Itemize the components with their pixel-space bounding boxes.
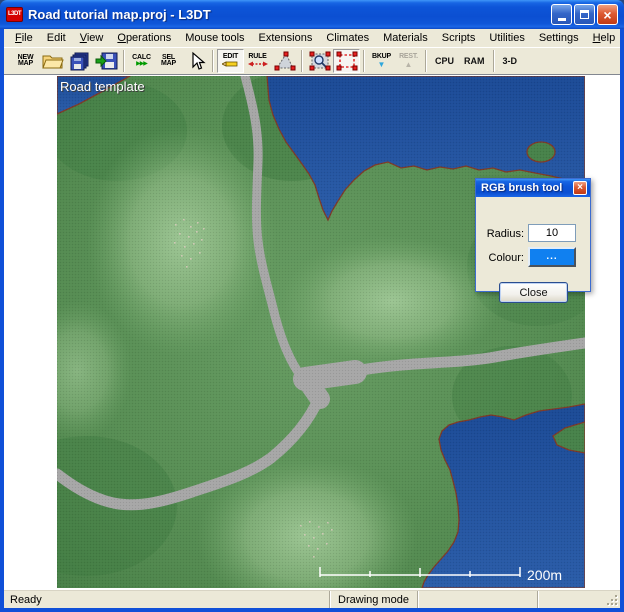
measure-arrow-icon — [248, 60, 268, 68]
maximize-button[interactable] — [574, 4, 595, 25]
menu-item-extensions[interactable]: Extensions — [252, 30, 320, 46]
window-border-right — [620, 29, 624, 612]
toolbar-separator — [301, 50, 303, 72]
menu-item-operations[interactable]: Operations — [110, 30, 178, 46]
calc-map-button[interactable]: CALC ▶▶▶ — [128, 49, 155, 73]
terrain-map[interactable]: 200m Road template — [57, 76, 585, 588]
marquee-selection-button[interactable] — [333, 49, 360, 73]
maximize-icon — [580, 10, 589, 19]
toolbar-separator — [425, 50, 427, 72]
save-disk-icon — [95, 51, 119, 71]
menu-item-scripts[interactable]: Scripts — [435, 30, 483, 46]
status-pane-empty-1 — [418, 591, 538, 608]
status-pane-empty-2 — [538, 591, 620, 608]
title-bar[interactable]: L3DT Road tutorial map.proj - L3DT × — [0, 0, 624, 29]
map-canvas[interactable]: 200m Road template — [4, 74, 620, 590]
save-map-button[interactable] — [93, 49, 120, 73]
toolbar-separator — [363, 50, 365, 72]
select-map-button[interactable]: SEL MAP — [155, 49, 182, 73]
ruler-tool-button[interactable]: RULE — [244, 49, 271, 73]
view-3d-button[interactable]: 3-D — [498, 56, 523, 66]
close-button[interactable]: × — [597, 4, 618, 25]
dither-texture — [57, 76, 585, 588]
menu-item-climates[interactable]: Climates — [319, 30, 376, 46]
cpu-indicator[interactable]: CPU — [430, 56, 459, 66]
open-folder-icon — [42, 52, 64, 70]
zoom-selection-button[interactable] — [306, 49, 333, 73]
restore-button: REST. ▲ — [395, 49, 422, 73]
dialog-title: RGB brush tool — [481, 182, 573, 194]
menu-item-edit[interactable]: Edit — [40, 30, 73, 46]
colour-picker-button[interactable]: ... — [528, 247, 576, 267]
toolbar-separator — [493, 50, 495, 72]
colour-label: Colour: — [478, 252, 524, 264]
rgb-brush-tool-dialog: RGB brush tool × Radius: Colour: ... Clo… — [475, 178, 591, 292]
dialog-close-action-button[interactable]: Close — [499, 282, 568, 303]
ram-indicator[interactable]: RAM — [459, 56, 490, 66]
close-icon: × — [603, 8, 611, 22]
polygon-select-button[interactable] — [271, 49, 298, 73]
menu-bar: File Edit View Operations Mouse tools Ex… — [4, 29, 620, 47]
window-border-bottom — [0, 608, 624, 612]
new-map-button[interactable]: NEW MAP — [12, 49, 39, 73]
status-bar: Ready Drawing mode — [4, 590, 620, 608]
backup-button[interactable]: BKUP ▼ — [368, 49, 395, 73]
terrain-map-image[interactable]: 200m — [57, 76, 585, 588]
restore-arrow-icon: ▲ — [405, 61, 413, 68]
radius-input[interactable] — [528, 224, 576, 242]
app-window: L3DT Road tutorial map.proj - L3DT × Fil… — [0, 0, 624, 612]
scale-label: 200m — [527, 567, 562, 583]
menu-item-utilities[interactable]: Utilities — [482, 30, 531, 46]
open-project-button[interactable] — [39, 49, 66, 73]
dialog-close-button[interactable]: × — [573, 181, 587, 195]
edit-tool-button[interactable]: EDIT — [217, 49, 244, 73]
menu-item-mouse-tools[interactable]: Mouse tools — [178, 30, 251, 46]
status-message: Ready — [4, 591, 330, 608]
status-mode: Drawing mode — [330, 591, 418, 608]
menu-item-file[interactable]: File — [8, 30, 40, 46]
dialog-title-bar[interactable]: RGB brush tool × — [476, 179, 590, 197]
pointer-tool-button[interactable] — [182, 49, 209, 73]
app-icon: L3DT — [6, 7, 23, 22]
stacked-disks-icon — [69, 51, 91, 71]
backup-arrow-icon: ▼ — [378, 61, 386, 68]
menu-item-help[interactable]: Help — [586, 30, 623, 46]
minimize-button[interactable] — [551, 4, 572, 25]
menu-item-view[interactable]: View — [73, 30, 111, 46]
selection-rectangle-icon — [336, 51, 358, 71]
calc-arrows-icon: ▶▶▶ — [136, 61, 147, 67]
save-all-button[interactable] — [66, 49, 93, 73]
window-title: Road tutorial map.proj - L3DT — [28, 7, 551, 22]
resize-grip[interactable] — [615, 603, 617, 605]
menu-item-materials[interactable]: Materials — [376, 30, 435, 46]
toolbar-separator — [123, 50, 125, 72]
map-overlay-title: Road template — [60, 79, 145, 94]
polygon-select-icon — [274, 51, 296, 71]
toolbar-separator — [212, 50, 214, 72]
menu-item-settings[interactable]: Settings — [532, 30, 586, 46]
zoom-selection-icon — [309, 51, 331, 71]
toolbar: NEW MAP — [4, 47, 620, 74]
radius-label: Radius: — [478, 228, 524, 240]
minimize-icon — [558, 18, 566, 21]
pencil-icon — [222, 60, 240, 68]
cursor-arrow-icon — [186, 51, 206, 71]
